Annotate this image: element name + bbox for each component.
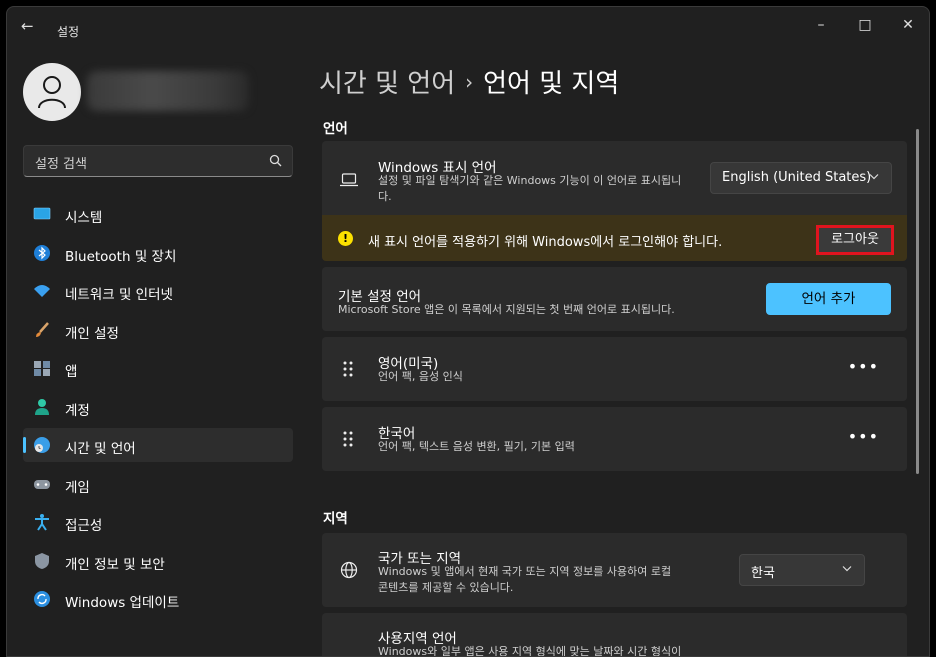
system-icon — [33, 205, 51, 223]
shield-icon — [33, 552, 51, 570]
scrollbar[interactable] — [916, 129, 919, 474]
chevron-down-icon — [869, 174, 879, 180]
regional-format-card: 사용지역 언어 Windows와 일부 앱은 사용 지역 형식에 맞는 날짜와 … — [322, 613, 907, 657]
breadcrumb: 시간 및 언어 › 언어 및 지역 — [319, 63, 619, 100]
brush-icon — [33, 321, 51, 339]
time-language-icon — [33, 436, 51, 454]
regional-format-desc: Windows와 일부 앱은 사용 지역 형식에 맞는 날짜와 시간 형식이 — [378, 645, 682, 657]
sidebar-item-label: Bluetooth 및 장치 — [65, 248, 177, 265]
sidebar-item-label: Windows 업데이트 — [65, 595, 180, 611]
warning-icon: ! — [338, 231, 353, 246]
sidebar-item-apps[interactable]: 앱 — [23, 351, 293, 385]
display-language-dropdown[interactable]: English (United States) — [710, 162, 892, 194]
preferred-languages-card: 기본 설정 언어 Microsoft Store 앱은 이 목록에서 지원되는 … — [322, 267, 907, 331]
accessibility-icon — [33, 513, 51, 531]
drag-handle-icon[interactable] — [342, 430, 354, 448]
language-section-heading: 언어 — [323, 121, 348, 137]
breadcrumb-parent[interactable]: 시간 및 언어 — [319, 69, 455, 99]
close-icon[interactable]: ✕ — [896, 15, 920, 35]
sidebar-item-system[interactable]: 시스템 — [23, 197, 293, 231]
display-language-card: Windows 표시 언어 설정 및 파일 탐색기와 같은 Windows 기능… — [322, 141, 907, 215]
gamepad-icon — [33, 475, 51, 493]
language-features: 언어 팩, 텍스트 음성 변환, 필기, 기본 입력 — [378, 440, 575, 453]
display-language-desc: 설정 및 파일 탐색기와 같은 Windows 기능이 이 언어로 표시됩니다. — [378, 174, 682, 203]
sidebar-item-label: 시간 및 언어 — [65, 441, 136, 457]
sidebar-item-label: 계정 — [65, 402, 90, 419]
sidebar-item-label: 개인 설정 — [65, 325, 119, 342]
sidebar-item-time-language[interactable]: 시간 및 언어 — [23, 428, 293, 462]
sidebar-item-label: 접근성 — [65, 518, 103, 534]
chevron-down-icon — [842, 566, 852, 572]
breadcrumb-separator: › — [465, 70, 474, 94]
sidebar-item-bluetooth[interactable]: Bluetooth 및 장치 — [23, 236, 293, 270]
sidebar-item-label: 개인 정보 및 보안 — [65, 556, 165, 573]
search-input[interactable]: 설정 검색 — [23, 145, 293, 177]
warning-text: 새 표시 언어를 적용하기 위해 Windows에서 로그인해야 합니다. — [368, 235, 723, 250]
title-bar: ← 설정 – □ ✕ — [7, 7, 929, 43]
country-region-value: 한국 — [751, 566, 775, 581]
sidebar-nav: 시스템 Bluetooth 및 장치네트워크 및 인터넷개인 설정앱계정시간 및 … — [23, 197, 293, 621]
app-title: 설정 — [57, 25, 80, 39]
maximize-icon[interactable]: □ — [853, 15, 877, 35]
sidebar-item-brush[interactable]: 개인 설정 — [23, 313, 293, 347]
sidebar-item-wifi[interactable]: 네트워크 및 인터넷 — [23, 274, 293, 308]
add-language-button[interactable]: 언어 추가 — [766, 283, 891, 315]
language-features: 언어 팩, 음성 인식 — [378, 370, 463, 383]
globe-icon — [340, 561, 358, 579]
sidebar-item-shield[interactable]: 개인 정보 및 보안 — [23, 544, 293, 578]
signout-button[interactable]: 로그아웃 — [816, 225, 894, 255]
minimize-icon[interactable]: – — [809, 15, 833, 35]
apps-icon — [33, 359, 51, 377]
search-icon — [269, 154, 282, 167]
more-options-icon[interactable]: ••• — [848, 427, 879, 446]
settings-window: ← 설정 – □ ✕ 설정 검색 시스템 Bluetooth 및 장치네트워크 및… — [6, 6, 930, 657]
sidebar-item-label: 앱 — [65, 364, 78, 380]
wifi-icon — [33, 282, 51, 300]
preferred-languages-desc: Microsoft Store 앱은 이 목록에서 지원되는 첫 번째 언어로 … — [338, 303, 675, 316]
page-title: 언어 및 지역 — [483, 69, 620, 99]
sidebar-item-gamepad[interactable]: 게임 — [23, 467, 293, 501]
display-language-value: English (United States) — [722, 170, 872, 185]
drag-handle-icon[interactable] — [342, 360, 354, 378]
sidebar-item-label: 시스템 — [65, 210, 103, 226]
search-placeholder: 설정 검색 — [35, 157, 87, 172]
person-icon — [38, 76, 66, 109]
language-row-korean[interactable]: 한국어 언어 팩, 텍스트 음성 변환, 필기, 기본 입력 ••• — [322, 407, 907, 471]
avatar[interactable] — [23, 63, 81, 121]
country-region-desc: Windows 및 앱에서 현재 국가 또는 지역 정보를 사용하여 로컬 콘텐… — [378, 565, 672, 594]
more-options-icon[interactable]: ••• — [848, 357, 879, 376]
account-icon — [33, 398, 51, 416]
sidebar-item-accessibility[interactable]: 접근성 — [23, 505, 293, 539]
region-section-heading: 지역 — [323, 511, 348, 527]
bluetooth-icon — [33, 244, 51, 262]
country-region-card: 국가 또는 지역 Windows 및 앱에서 현재 국가 또는 지역 정보를 사… — [322, 533, 907, 607]
country-region-dropdown[interactable]: 한국 — [739, 554, 865, 586]
signout-warning-bar: ! 새 표시 언어를 적용하기 위해 Windows에서 로그인해야 합니다. … — [322, 215, 907, 261]
language-row-english[interactable]: 영어(미국) 언어 팩, 음성 인식 ••• — [322, 337, 907, 401]
sidebar-item-label: 게임 — [65, 479, 90, 496]
blurred-username — [87, 71, 249, 111]
update-icon — [33, 590, 51, 608]
sidebar-item-label: 네트워크 및 인터넷 — [65, 287, 173, 303]
sidebar-item-account[interactable]: 계정 — [23, 390, 293, 424]
back-arrow-icon[interactable]: ← — [21, 17, 34, 35]
laptop-icon — [340, 173, 358, 187]
sidebar-item-update[interactable]: Windows 업데이트 — [23, 582, 293, 616]
